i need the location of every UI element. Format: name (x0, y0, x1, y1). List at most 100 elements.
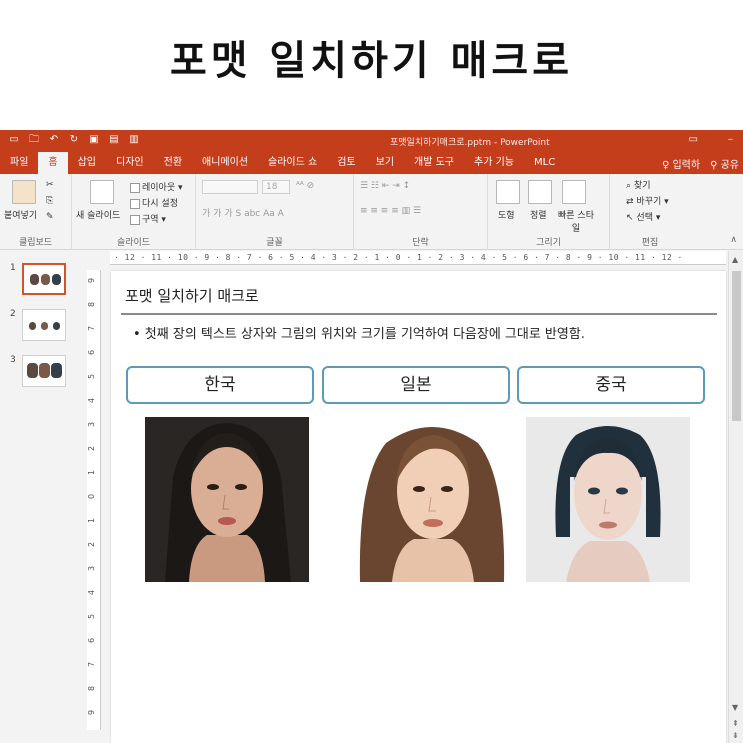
select-label: 선택 (636, 213, 653, 223)
find-button[interactable]: ⌕ 찾기 (626, 178, 650, 191)
shapes-icon[interactable] (496, 180, 520, 204)
layout-button[interactable]: 레이아웃 ▾ (130, 180, 183, 193)
paste-button[interactable]: 붙여넣기 (4, 208, 37, 221)
new-slide-icon[interactable] (90, 180, 114, 204)
portrait-image-2[interactable] (350, 417, 514, 582)
strike-button[interactable]: S (235, 209, 241, 219)
quick-styles-icon[interactable] (562, 180, 586, 204)
replace-icon: ⇄ (626, 197, 634, 207)
minimize-icon[interactable]: – (728, 134, 733, 145)
group-label-clipboard: 클립보드 (18, 238, 53, 248)
spacing-button[interactable]: abc (244, 209, 260, 219)
list-buttons[interactable]: ☰ ☷ ⇤ ⇥ ↕ (360, 181, 410, 191)
ruler-tick: 8 (87, 685, 97, 692)
next-slide-icon[interactable]: ⇟ (732, 731, 739, 740)
page: 포맷 일치하기 매크로 ▭ 🗀 ↶ ↻ ▣ ▤ ▥ 포맷일치하기매크로.pptm… (0, 0, 743, 743)
format-painter-icon[interactable]: ✎ (46, 212, 54, 222)
scroll-down-icon[interactable]: ▼ (732, 703, 738, 712)
scrollbar-thumb[interactable] (732, 271, 741, 421)
tab-addins[interactable]: 추가 기능 (464, 152, 524, 174)
group-label-font: 글꼴 (266, 238, 283, 248)
reset-label: 다시 설정 (142, 199, 178, 209)
group-label-slides: 슬라이드 (116, 238, 151, 248)
slide-thumbnails: 1 2 3 (0, 251, 80, 743)
portrait-image-1[interactable] (145, 417, 309, 582)
group-paragraph: ☰ ☷ ⇤ ⇥ ↕ ≡ ≡ ≡ ≡ ▥ ☰ 단락 (354, 174, 488, 250)
tab-file[interactable]: 파일 (0, 152, 38, 174)
save-icon[interactable]: ▤ (108, 134, 120, 146)
font-format-buttons: 가 가 가 S abc Aa A (202, 206, 284, 219)
collapse-ribbon-icon[interactable]: ∧ (730, 235, 737, 245)
undo-icon[interactable]: ↶ (48, 134, 60, 146)
replace-label: 바꾸기 (636, 197, 662, 207)
ruler-tick: 3 (87, 421, 97, 428)
label-box-japan[interactable]: 일본 (322, 366, 510, 404)
open-icon[interactable]: 🗀 (28, 134, 40, 146)
thumbnail-slide-2[interactable] (22, 309, 66, 341)
paste-icon[interactable] (12, 180, 36, 204)
tab-mlc[interactable]: MLC (524, 152, 565, 174)
page-headline: 포맷 일치하기 매크로 (169, 38, 574, 84)
tab-review[interactable]: 검토 (327, 152, 365, 174)
slide-title[interactable]: 포맷 일치하기 매크로 (125, 285, 259, 306)
ruler-tick: 9 (87, 709, 97, 716)
thumbnail-slide-3[interactable] (22, 355, 66, 387)
title-bar: ▭ 🗀 ↶ ↻ ▣ ▤ ▥ 포맷일치하기매크로.pptm - PowerPoin… (0, 130, 743, 152)
font-grow-icon[interactable]: ᴬᴬ ⊘ (296, 181, 314, 191)
new-slide-button[interactable]: 새 슬라이드 (76, 208, 120, 221)
slide-bullet-text[interactable]: • 첫째 장의 텍스트 상자와 그림의 위치와 크기를 기억하여 다음장에 그대… (133, 323, 585, 342)
thumbnail-slide-1[interactable] (22, 263, 66, 295)
case-button[interactable]: Aa (263, 209, 275, 219)
align-buttons[interactable]: ≡ ≡ ≡ ≡ ▥ ☰ (360, 206, 421, 216)
font-color-icon[interactable]: A (278, 209, 284, 219)
group-drawing: 도형 정렬 빠른 스타일 그리기 (488, 174, 610, 250)
tab-transitions[interactable]: 전환 (154, 152, 192, 174)
label-box-china[interactable]: 중국 (517, 366, 705, 404)
ruler-tick: 4 (87, 589, 97, 596)
reset-button[interactable]: 다시 설정 (130, 196, 178, 209)
italic-button[interactable]: 가 (213, 209, 221, 219)
tab-design[interactable]: 디자인 (106, 152, 154, 174)
tell-me[interactable]: ♀ 입력하 (662, 156, 700, 171)
tab-insert[interactable]: 삽입 (68, 152, 106, 174)
window-controls: ▭ – (689, 134, 733, 145)
replace-button[interactable]: ⇄ 바꾸기 ▾ (626, 194, 669, 207)
quick-styles-button[interactable]: 빠른 스타일 (556, 208, 596, 234)
prev-slide-icon[interactable]: ⇞ (732, 719, 739, 728)
file-icon[interactable]: ▭ (8, 134, 20, 146)
underline-button[interactable]: 가 (224, 209, 232, 219)
tab-developer[interactable]: 개발 도구 (404, 152, 464, 174)
vertical-scrollbar[interactable]: ▲ ▼ ⇞ ⇟ (728, 251, 743, 743)
tell-me-label: 입력하 (672, 159, 701, 171)
ruler-tick: 7 (87, 325, 97, 332)
document-title: 포맷일치하기매크로.pptm - PowerPoint (390, 138, 550, 148)
tab-view[interactable]: 보기 (366, 152, 404, 174)
tab-animations[interactable]: 애니메이션 (192, 152, 258, 174)
section-button[interactable]: 구역 ▾ (130, 212, 166, 225)
scroll-up-icon[interactable]: ▲ (732, 255, 738, 264)
font-size-field[interactable]: 18 (262, 180, 290, 194)
slideshow-icon[interactable]: ▥ (128, 134, 140, 146)
copy-icon[interactable]: ⎘ (46, 196, 53, 206)
thumbnail-face (41, 322, 48, 330)
arrange-button[interactable]: 정렬 (530, 208, 547, 221)
redo-icon[interactable]: ↻ (68, 134, 80, 146)
ruler-tick: 0 (87, 493, 97, 500)
presenter-icon[interactable]: ▣ (88, 134, 100, 146)
bold-button[interactable]: 가 (202, 209, 210, 219)
slide-canvas[interactable]: 포맷 일치하기 매크로 • 첫째 장의 텍스트 상자와 그림의 위치와 크기를 … (111, 271, 726, 743)
tab-slideshow[interactable]: 슬라이드 쇼 (258, 152, 327, 174)
share-button[interactable]: ⚲ 공유 (710, 156, 739, 171)
search-icon: ⌕ (626, 181, 632, 191)
group-clipboard: 붙여넣기 ✂ ⎘ ✎ 클립보드 (0, 174, 72, 250)
select-button[interactable]: ↖ 선택 ▾ (626, 210, 660, 223)
arrange-icon[interactable] (528, 180, 552, 204)
font-name-field[interactable] (202, 180, 258, 194)
tab-home[interactable]: 홈 (38, 152, 68, 174)
ribbon-display-icon[interactable]: ▭ (689, 134, 698, 145)
vertical-ruler: 9 8 7 6 5 4 3 2 1 0 1 2 3 4 5 6 7 8 9 (87, 270, 101, 730)
portrait-image-3[interactable] (526, 417, 690, 582)
shapes-button[interactable]: 도형 (498, 208, 515, 221)
cut-icon[interactable]: ✂ (46, 180, 54, 190)
label-box-korea[interactable]: 한국 (126, 366, 314, 404)
